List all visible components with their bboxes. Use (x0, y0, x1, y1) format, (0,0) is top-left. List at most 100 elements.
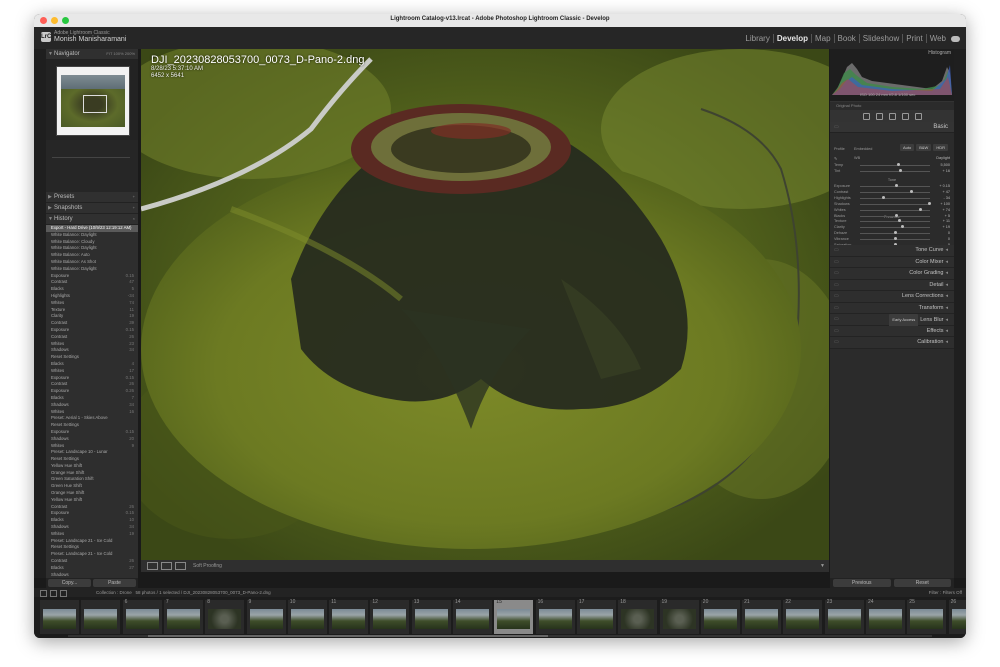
history-item[interactable]: Shadows 34 (46, 402, 138, 409)
slider-vibrance[interactable]: Vibrance 0 (834, 237, 950, 242)
filmstrip-thumbnail[interactable]: 14 (453, 599, 492, 634)
filmstrip-thumbnail[interactable]: 13 (411, 599, 451, 634)
toolbar-menu-icon[interactable]: ▼ (820, 563, 825, 569)
filmstrip-scrollbar[interactable] (68, 635, 932, 637)
section-calibration[interactable]: ▭ Calibration ◂ (830, 337, 954, 349)
navigator-zoom-levels[interactable]: FIT 100% 200% (106, 49, 135, 59)
history-item[interactable]: Yellow Hue Shift (46, 497, 138, 504)
filmstrip-thumbnail[interactable] (81, 600, 121, 634)
module-library[interactable]: Library (742, 34, 772, 43)
module-develop[interactable]: Develop (772, 34, 811, 43)
navigator-viewport-box[interactable] (83, 95, 107, 113)
section-color-grading[interactable]: ▭ Color Grading ◂ (830, 268, 954, 280)
copy-button[interactable]: Copy... (48, 579, 91, 587)
right-panel-edge[interactable] (954, 49, 966, 578)
module-map[interactable]: Map (810, 34, 834, 43)
section-lens-corrections[interactable]: ▭ Lens Corrections ◂ (830, 291, 954, 303)
filmstrip-thumbnail[interactable] (40, 600, 79, 634)
grid-view-icon[interactable] (40, 590, 47, 597)
history-item[interactable]: Green Hue Shift (46, 483, 138, 490)
add-preset-icon[interactable]: + (133, 192, 135, 202)
history-item[interactable]: Orange Hue Shift (46, 490, 138, 497)
history-item[interactable]: White Balance: Daylight (46, 266, 138, 273)
slider-knob[interactable] (928, 202, 931, 205)
history-header[interactable]: ▼ History × (46, 214, 138, 225)
panel-toggle-icon[interactable]: ▭ (834, 291, 839, 302)
loupe-view-icon[interactable] (147, 562, 158, 570)
slider-clarity[interactable]: Clarity + 19 (834, 225, 950, 230)
slider-knob[interactable] (894, 231, 897, 234)
filmstrip-thumbnail[interactable]: 6 (122, 599, 162, 634)
slider-shadows[interactable]: Shadows + 100 (834, 202, 950, 207)
history-item[interactable]: Exposure 0.15 (46, 429, 138, 436)
slider-value[interactable]: + 16 (943, 169, 951, 173)
navigator-header[interactable]: ▼ Navigator FIT 100% 200% (46, 49, 138, 60)
filmstrip-thumbnail[interactable]: 18 (618, 599, 658, 634)
section-detail[interactable]: ▭ Detail ◂ (830, 279, 954, 291)
slider-value[interactable]: 0 (948, 237, 950, 241)
slider-value[interactable]: - 34 (943, 196, 950, 200)
history-item[interactable]: Shadows 20 (46, 436, 138, 443)
crop-tool-icon[interactable] (862, 112, 870, 120)
panel-toggle-icon[interactable]: ▭ (834, 257, 839, 268)
filmstrip-thumbnail[interactable]: 22 (783, 599, 823, 634)
back-icon[interactable] (50, 590, 57, 597)
masking-tool-icon[interactable] (888, 112, 896, 120)
paste-button[interactable]: Paste (93, 579, 136, 587)
module-book[interactable]: Book (833, 34, 859, 43)
history-item[interactable]: Contrast 39 (46, 320, 138, 327)
preset-amount-slider[interactable] (52, 157, 130, 158)
history-item[interactable]: Contrast 26 (46, 558, 138, 565)
filmstrip-scroll-knob[interactable] (148, 635, 548, 637)
presets-tool-icon[interactable] (914, 112, 922, 120)
filmstrip-filter[interactable]: Filter : Filters Off (929, 588, 962, 597)
history-item[interactable]: Highlights -34 (46, 293, 138, 300)
history-item[interactable]: Export - Hard Drive (10/9/23 12:19:12 AM… (46, 225, 138, 232)
filmstrip-source[interactable]: Collection : Drone 58 photos / 1 selecte… (96, 588, 271, 597)
history-item[interactable]: Whites 74 (46, 300, 138, 307)
left-panel-edge[interactable] (34, 49, 46, 578)
section-tone-curve[interactable]: ▭ Tone Curve ◂ (830, 245, 954, 257)
section-color-mixer[interactable]: ▭ Color Mixer ◂ (830, 256, 954, 268)
slider-value[interactable]: + 5 (945, 214, 950, 218)
filmstrip-thumbnail[interactable]: 24 (866, 599, 905, 634)
filmstrip-thumbnail[interactable]: 23 (824, 599, 864, 634)
slider-track[interactable] (860, 198, 930, 199)
slider-knob[interactable] (894, 237, 897, 240)
slider-contrast[interactable]: Contrast + 47 (834, 190, 950, 195)
history-item[interactable]: Contrast 26 (46, 334, 138, 341)
filmstrip-thumbnail[interactable]: 19 (659, 599, 699, 634)
history-item[interactable]: Whites 9 (46, 443, 138, 450)
history-item[interactable]: Exposure 0.15 (46, 510, 138, 517)
history-item[interactable]: Reset Settings (46, 354, 138, 361)
history-item[interactable]: Preset: Landscape 21 - Ice Cold (46, 551, 138, 558)
previous-button[interactable]: Previous (833, 579, 891, 587)
slider-value[interactable]: + 11 (943, 219, 950, 223)
before-after-icon[interactable] (161, 562, 172, 570)
eyedropper-icon[interactable]: ✎ (834, 156, 837, 161)
slider-track[interactable] (860, 204, 930, 205)
healing-tool-icon[interactable] (875, 112, 883, 120)
history-item[interactable]: White Balance: Cloudy (46, 239, 138, 246)
history-item[interactable]: Preset: Landscape 21 - Ice Cold (46, 538, 138, 545)
filmstrip-thumbnail[interactable]: 8 (205, 599, 245, 634)
slider-track[interactable] (860, 227, 930, 228)
filmstrip-thumbnail[interactable]: 16 (535, 599, 575, 634)
history-item[interactable]: White Balance: Daylight (46, 232, 138, 239)
history-item[interactable]: Reset Settings (46, 422, 138, 429)
filmstrip-thumbnail[interactable]: 7 (163, 599, 203, 634)
slider-exposure[interactable]: Exposure + 0.15 (834, 184, 950, 189)
slider-value[interactable]: 5,500 (940, 163, 950, 167)
basic-header[interactable]: ▭ Basic (830, 122, 954, 133)
history-item[interactable]: Yellow Hue Shift (46, 463, 138, 470)
history-item[interactable]: Texture 11 (46, 307, 138, 314)
slider-value[interactable]: 0 (948, 231, 950, 235)
histogram-panel[interactable]: Histogram ISO 100 24 mm f/2.8 1/100 sec (830, 49, 954, 102)
slider-value[interactable]: + 47 (943, 190, 951, 194)
history-item[interactable]: White Balance: Auto (46, 252, 138, 259)
slider-value[interactable]: + 19 (943, 225, 951, 229)
history-item[interactable]: Preset: Landscape 10 - Lunar (46, 449, 138, 456)
history-item[interactable]: Contrast 26 (46, 504, 138, 511)
panel-toggle-icon[interactable]: ▭ (834, 268, 839, 279)
history-item[interactable]: Blacks 10 (46, 517, 138, 524)
